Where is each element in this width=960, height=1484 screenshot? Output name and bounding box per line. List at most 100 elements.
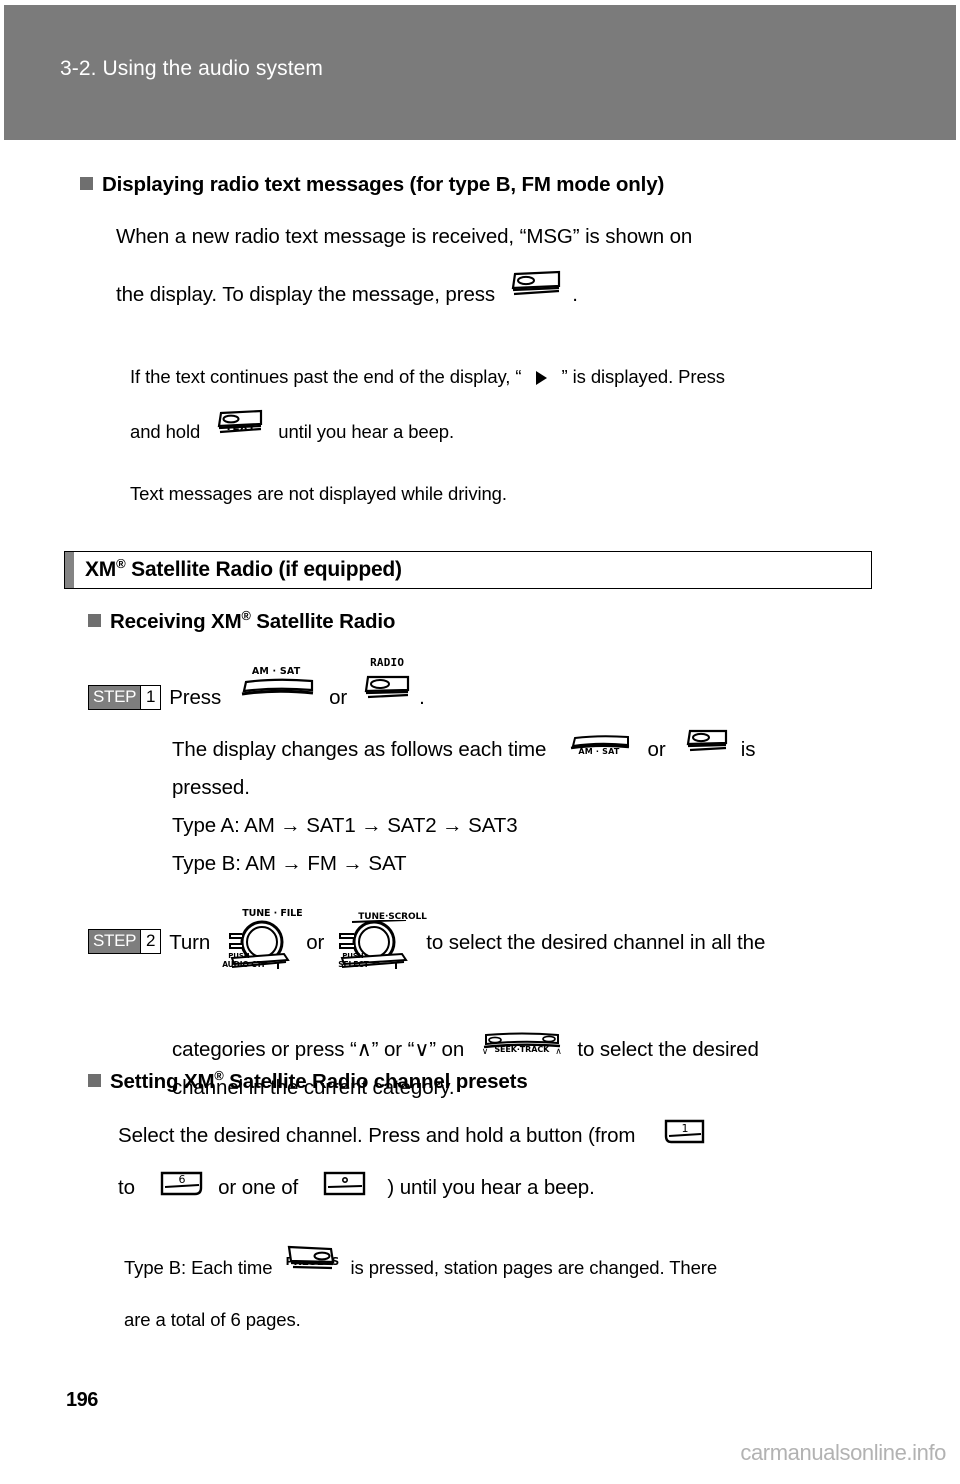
text-button-icon: TEXT	[509, 270, 563, 301]
tune-scroll-push2-label: SELECT	[338, 960, 369, 969]
step-1-text-or: or	[329, 686, 348, 709]
presets-body-to: to	[118, 1176, 135, 1199]
page-header-bar: 3-2. Using the audio system	[4, 5, 956, 140]
radio-text-note-2: Text messages are not displayed while dr…	[130, 483, 507, 505]
heading-setting-presets: Setting XM® Satellite Radio channel pres…	[88, 1068, 888, 1094]
radio-text-body-period: .	[572, 283, 578, 306]
am-sat-button-icon: AM · SAT	[233, 666, 319, 704]
square-bullet-icon-2	[88, 614, 101, 627]
radio-button-glyph-2	[686, 729, 728, 751]
section-receiving-xm: Receiving XM® Satellite Radio	[88, 608, 888, 634]
text-button-glyph	[511, 270, 560, 296]
step-2-text-turn: Turn	[169, 931, 211, 954]
step-1-block: STEP 1 Press AM · SAT or RADIO . The dis…	[88, 656, 888, 892]
heading-setting-presets-text: Setting XM® Satellite Radio channel pres…	[110, 1068, 528, 1094]
section-setting-presets: Setting XM® Satellite Radio channel pres…	[88, 1068, 888, 1216]
radio-text-body-line2-text: the display. To display the message, pre…	[116, 283, 496, 306]
radio-text-body-line2: the display. To display the message, pre…	[116, 267, 880, 323]
receiving-heading-b: Satellite Radio	[250, 610, 396, 633]
am-sat-button-glyph-2	[570, 734, 630, 749]
note1-text-d: until you hear a beep.	[278, 421, 455, 443]
step-1-badge-word: STEP	[89, 685, 141, 709]
heading-receiving-xm: Receiving XM® Satellite Radio	[88, 608, 888, 634]
radio-button-label: RADIO	[370, 656, 405, 669]
preset-button-1-glyph: 1	[664, 1119, 705, 1143]
am-sat-button-icon-2: AM · SAT	[564, 734, 634, 756]
text-button-icon-2: TEXT	[215, 409, 265, 438]
site-watermark: carmanualsonline.info	[740, 1440, 946, 1465]
square-bullet-icon	[80, 177, 93, 190]
tune-file-knob-glyph	[229, 920, 290, 969]
section-box-title-xm: XM	[85, 558, 117, 581]
page-number: 196	[66, 1389, 98, 1411]
section-radio-text: Displaying radio text messages (for type…	[80, 173, 880, 528]
heading-receiving-xm-text: Receiving XM® Satellite Radio	[110, 608, 396, 634]
presets-body-or: or one of	[218, 1176, 299, 1199]
preset-button-6-icon: 6	[159, 1171, 205, 1204]
note1-text-b: ” is displayed. Press	[561, 366, 726, 387]
registered-mark-icon-2: ®	[241, 608, 251, 624]
section-box-accent-bar	[65, 552, 74, 588]
radio-button-icon: RADIO	[361, 656, 413, 704]
text-button-glyph-2	[217, 409, 263, 434]
tune-scroll-knob-icon: TUNE·SCROLL PUSH SELECT	[332, 910, 427, 976]
step-1-type-b: Type B: AM → FM → SAT	[172, 851, 407, 875]
step-1-badge: STEP 1	[88, 684, 162, 710]
registered-mark-icon: ®	[116, 556, 126, 571]
step-2-badge-number: 2	[140, 929, 161, 953]
heading-displaying-radio-text: Displaying radio text messages (for type…	[80, 173, 880, 197]
section-title-box-xm: XM® Satellite Radio (if equipped)	[64, 551, 872, 589]
note1-text-a: If the text continues past the end of th…	[130, 366, 522, 387]
seek-track-button-glyph	[483, 1032, 560, 1049]
step-1-badge-number: 1	[140, 685, 161, 709]
square-bullet-icon-3	[88, 1074, 101, 1087]
preset-button-6-glyph: 6	[160, 1171, 202, 1195]
step-1-text-period: .	[419, 686, 425, 709]
receiving-heading-a: Receiving XM	[110, 610, 242, 633]
arrow-right-icon	[532, 344, 550, 412]
preset-button-6-number: 6	[178, 1173, 185, 1186]
page-header-title: 3-2. Using the audio system	[60, 57, 323, 80]
step-2-badge: STEP 2	[88, 928, 162, 954]
presets-body-a: Select the desired channel. Press and ho…	[118, 1124, 636, 1147]
step-1-text-press: Press	[169, 686, 222, 709]
type-b-note-b: is pressed, station pages are changed. T…	[350, 1257, 718, 1278]
step-2-line2-b: to select the desired	[577, 1038, 759, 1061]
step-1-detail-a: The display changes as follows each time	[172, 737, 547, 761]
step-2-text-b: to select the desired channel in all the	[426, 931, 766, 954]
step-1-row: STEP 1 Press AM · SAT or RADIO .	[88, 656, 888, 712]
note1-text-c: and hold	[130, 421, 201, 443]
radio-button-glyph	[364, 675, 410, 699]
step-1-detail-or: or	[647, 737, 666, 761]
step-2-badge-word: STEP	[89, 929, 141, 953]
presets-heading-a: Setting XM	[110, 1070, 215, 1093]
presets-body-end: ) until you hear a beep.	[387, 1176, 595, 1199]
step-1-detail-is: is	[740, 737, 756, 761]
am-sat-button-glyph	[241, 678, 314, 696]
preset-button-dot-icon	[322, 1171, 368, 1204]
type-b-note-block: Type B: Each time PRESETS is pressed, st…	[124, 1234, 884, 1354]
step-2-text-or: or	[306, 931, 325, 954]
preset-button-1-icon: 1	[663, 1119, 707, 1152]
tune-scroll-knob-glyph	[339, 920, 409, 969]
section-box-title-rest: Satellite Radio (if equipped)	[125, 558, 402, 581]
heading-text: Displaying radio text messages (for type…	[102, 173, 665, 196]
step-2-line2-a: categories or press “∧” or “∨” on	[172, 1038, 465, 1061]
presets-heading-b: Satellite Radio channel presets	[223, 1070, 528, 1093]
type-b-note-a: Type B: Each time	[124, 1257, 273, 1278]
presets-body-line1: Select the desired channel. Press and ho…	[118, 1108, 878, 1164]
tune-file-push-label: PUSH	[228, 952, 250, 960]
section-box-title: XM® Satellite Radio (if equipped)	[74, 556, 402, 582]
presets-body-line2: to 6 or one of ) until you hear a beep.	[118, 1160, 888, 1216]
presets-button-glyph	[288, 1245, 335, 1270]
step-2-row: STEP 2 Turn TUNE · FILE PUSH AUDIO CTRL	[88, 908, 888, 976]
presets-button-icon: PRESETS	[285, 1245, 339, 1274]
preset-button-1-number: 1	[682, 1122, 689, 1135]
tune-file-push2-label: AUDIO CTRL	[222, 960, 264, 969]
seek-track-button-icon: SEEK·TRACK ∨ ∧	[480, 1032, 564, 1056]
tune-file-knob-icon: TUNE · FILE PUSH AUDIO CTRL	[220, 908, 303, 976]
tune-scroll-push-label: PUSH	[342, 952, 364, 960]
registered-mark-icon-3: ®	[214, 1068, 224, 1084]
radio-button-icon-2: RADIO	[683, 729, 731, 756]
preset-button-dot-glyph	[323, 1171, 365, 1195]
